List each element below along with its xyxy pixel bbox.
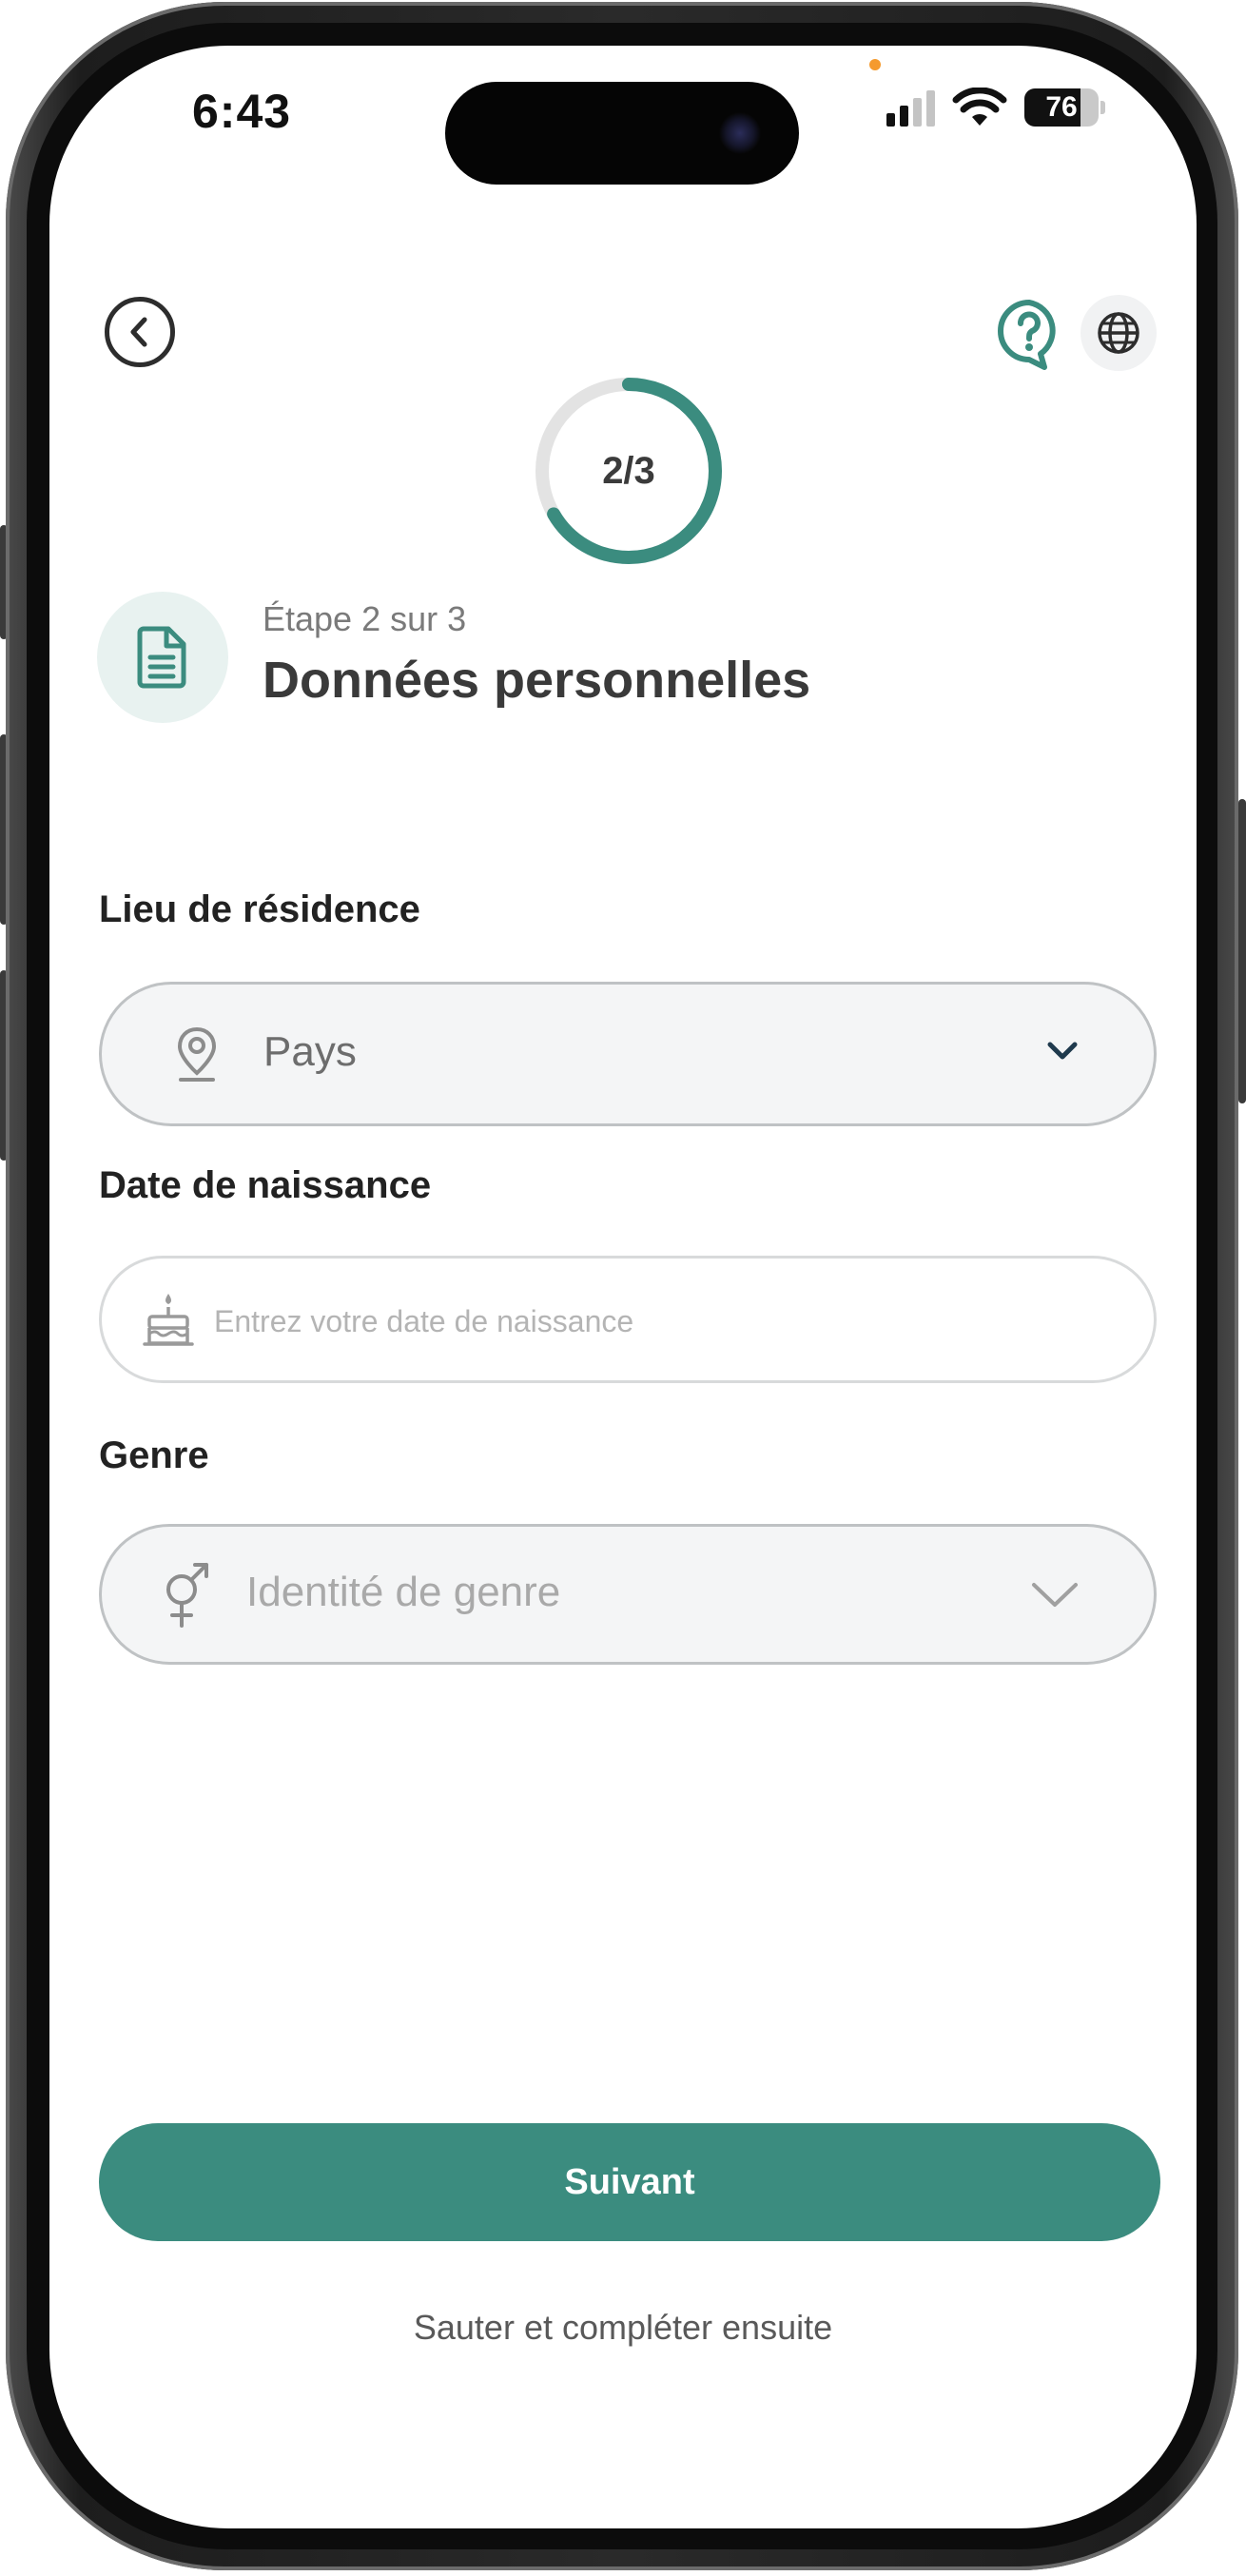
gender-select-placeholder: Identité de genre xyxy=(246,1569,561,1615)
app-screen: 6:43 76 2/3 Étape 2 sur 3 Données person… xyxy=(49,46,1197,2528)
gender-select[interactable]: Identité de genre xyxy=(99,1524,1157,1665)
page-title: Données personnelles xyxy=(263,652,811,709)
birthdate-placeholder: Entrez votre date de naissance xyxy=(214,1304,634,1338)
gender-symbol-icon xyxy=(157,1561,216,1630)
birthday-cake-icon xyxy=(140,1289,197,1350)
language-button[interactable] xyxy=(1081,295,1157,371)
document-icon xyxy=(137,626,186,689)
chevron-left-icon xyxy=(130,317,147,347)
country-select-value: Pays xyxy=(263,1028,357,1075)
step-icon-badge xyxy=(97,592,228,723)
location-pin-icon xyxy=(170,1025,224,1083)
wifi-icon xyxy=(952,88,1007,126)
gender-label: Genre xyxy=(99,1434,209,1476)
residence-label: Lieu de résidence xyxy=(99,888,420,930)
birthdate-input[interactable]: Entrez votre date de naissance xyxy=(99,1256,1157,1383)
status-time: 6:43 xyxy=(192,85,292,138)
privacy-indicator-dot xyxy=(869,59,881,70)
front-camera xyxy=(719,112,761,154)
step-caption: Étape 2 sur 3 xyxy=(263,599,467,638)
chevron-down-icon xyxy=(1032,1583,1078,1607)
birthdate-label: Date de naissance xyxy=(99,1164,432,1206)
globe-icon xyxy=(1098,312,1139,354)
cellular-signal-icon xyxy=(886,88,935,127)
device-stage: 6:43 76 2/3 Étape 2 sur 3 Données person… xyxy=(0,0,1246,2576)
dynamic-island xyxy=(445,82,799,185)
battery-cap xyxy=(1100,101,1105,114)
status-icons: 76 xyxy=(886,88,1105,127)
battery-level: 76 xyxy=(1045,91,1078,123)
progress-label: 2/3 xyxy=(602,449,655,492)
back-button[interactable] xyxy=(105,297,175,367)
battery-indicator: 76 xyxy=(1024,88,1105,127)
help-button[interactable] xyxy=(991,295,1067,371)
battery-icon: 76 xyxy=(1024,88,1099,127)
question-bubble-icon xyxy=(998,300,1056,370)
country-select[interactable]: Pays xyxy=(99,982,1157,1126)
skip-link[interactable]: Sauter et compléter ensuite xyxy=(49,2308,1197,2348)
chevron-down-icon xyxy=(1047,1042,1078,1060)
power-button xyxy=(1238,799,1246,1103)
next-button[interactable]: Suivant xyxy=(99,2123,1160,2241)
